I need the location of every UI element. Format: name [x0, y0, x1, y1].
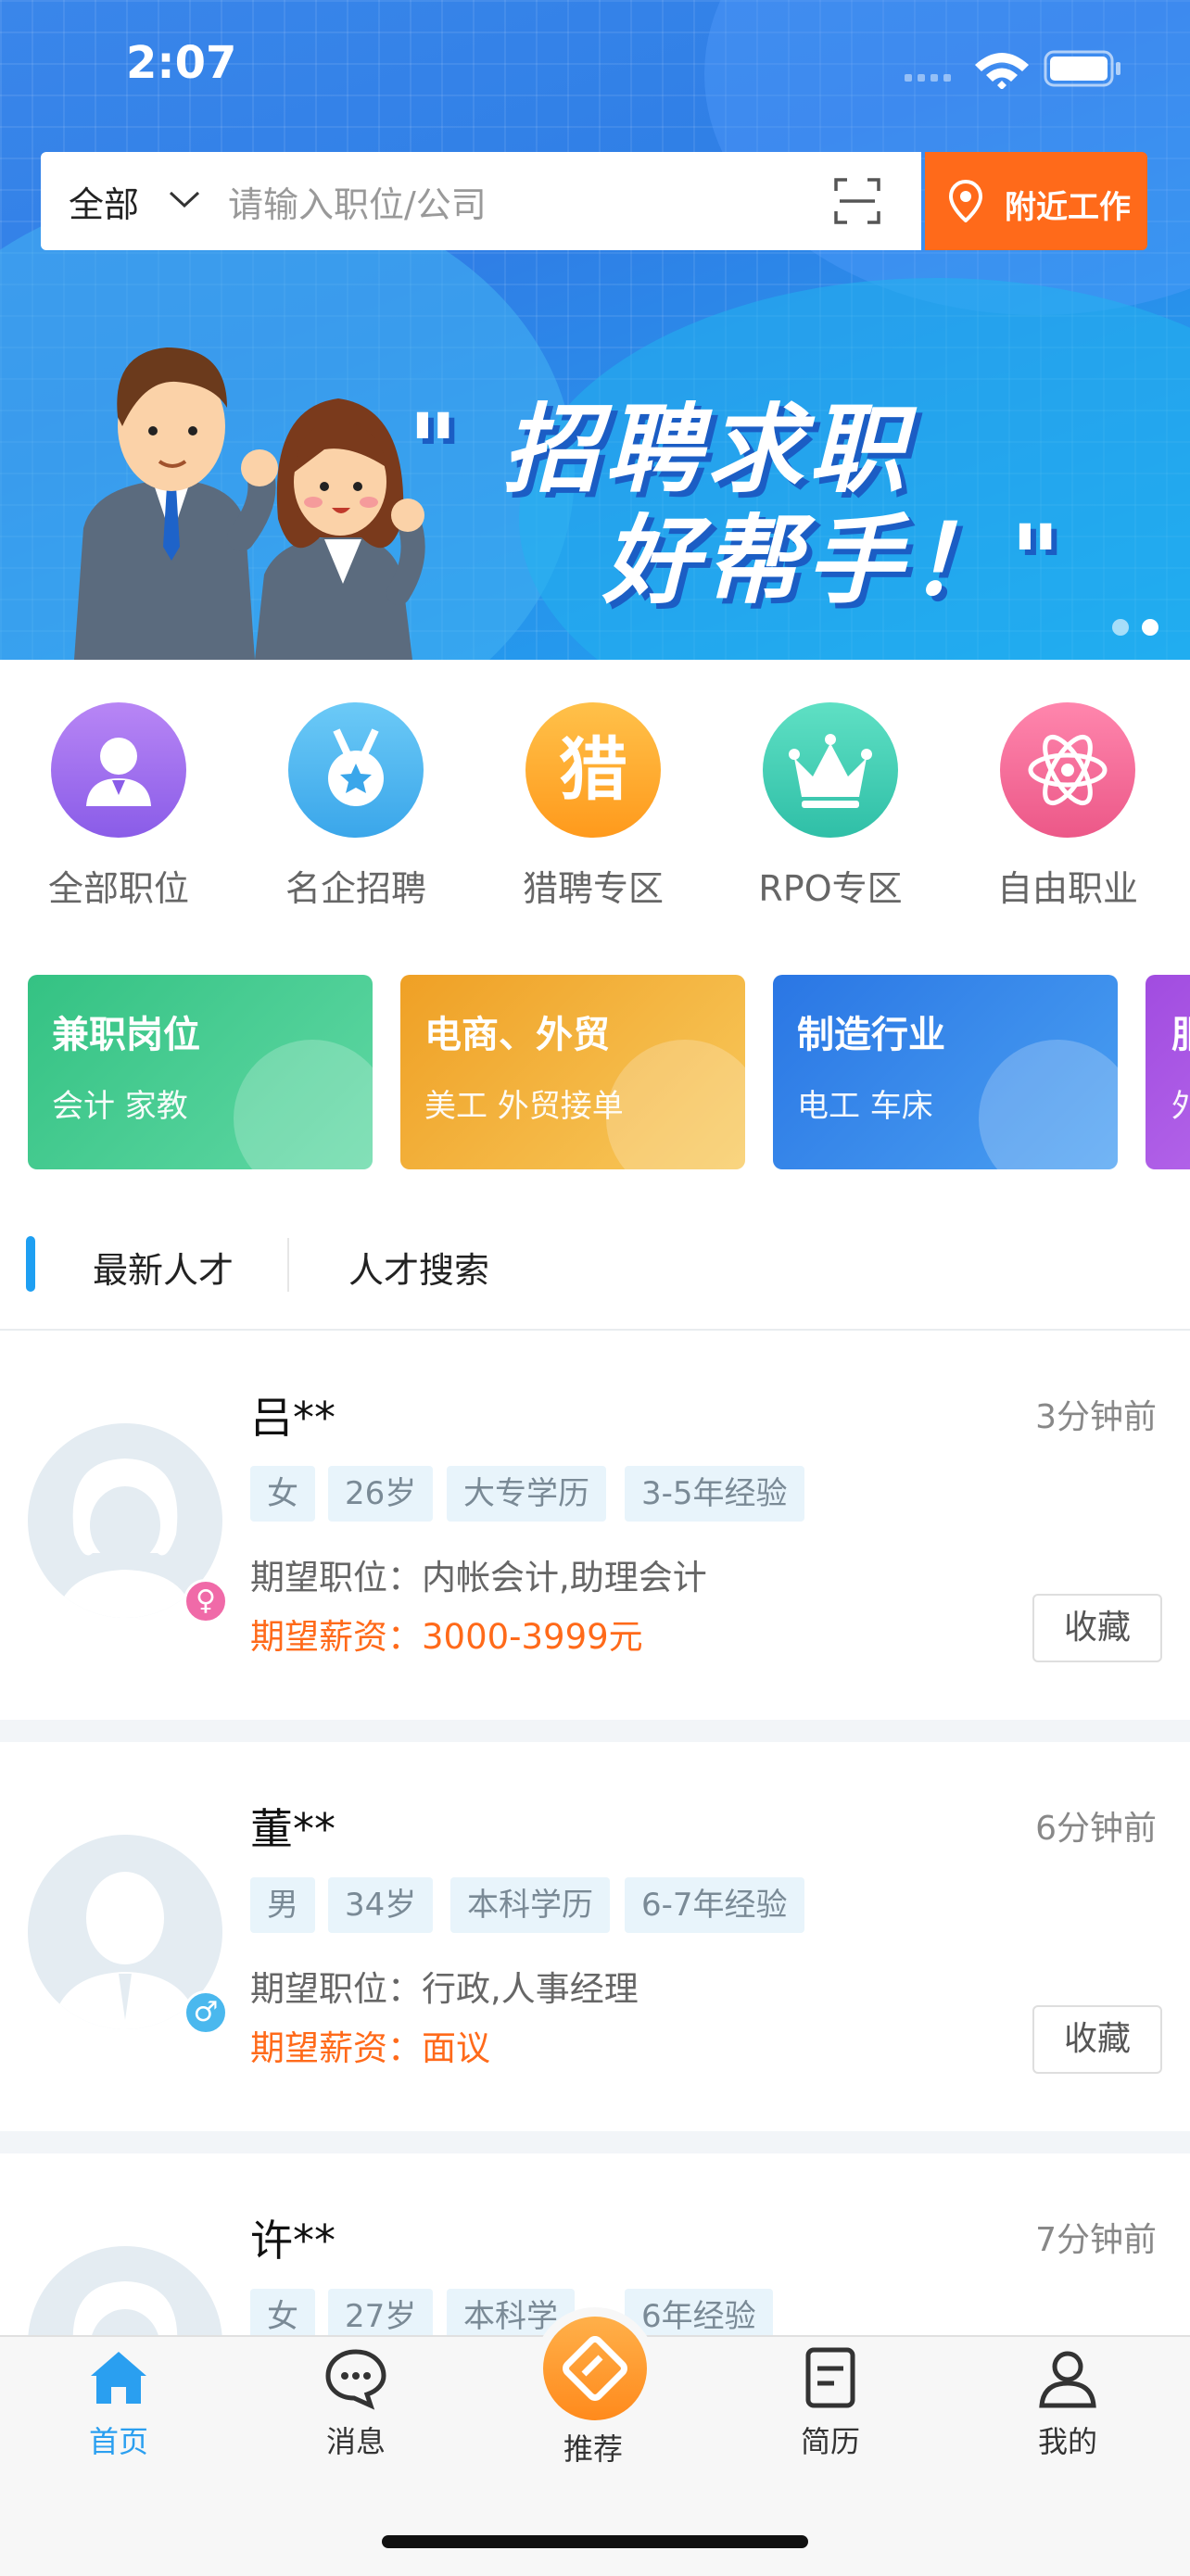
category-card-subs: 美工 外贸接单	[424, 1088, 624, 1125]
talent-name: 吕**	[250, 1393, 335, 1443]
category-card-ecommerce[interactable]: 电商、外贸 美工 外贸接单	[400, 975, 745, 1169]
tab-latest-talent[interactable]: 最新人才	[93, 1242, 234, 1293]
home-icon	[91, 2352, 146, 2404]
search-bar[interactable]: 全部 请输入职位/公司	[41, 152, 921, 250]
user-badge-icon	[51, 702, 186, 838]
tag-gender: 女	[250, 1466, 315, 1522]
talent-name: 许**	[250, 2216, 335, 2266]
quick-link-label: 全部职位	[47, 868, 189, 909]
active-tab-indicator	[26, 1236, 35, 1292]
quick-link-label: 猎聘专区	[522, 868, 664, 909]
salary-value: 3000-3999元	[422, 1617, 643, 1657]
banner-dot-active[interactable]	[1142, 619, 1158, 636]
tag-age: 26岁	[328, 1466, 434, 1522]
atom-icon	[1000, 702, 1135, 838]
crown-icon	[763, 702, 898, 838]
home-indicator	[382, 2535, 808, 2548]
tab-resume[interactable]: 简历	[712, 2344, 949, 2461]
tag-age: 34岁	[328, 1877, 434, 1933]
tab-home[interactable]: 首页	[0, 2344, 237, 2461]
favorite-button[interactable]: 收藏	[1032, 2005, 1162, 2074]
salary-value: 面议	[422, 2028, 490, 2068]
category-card-title: 服	[1171, 1004, 1190, 1058]
category-card-subs: 会计 家教	[52, 1088, 188, 1125]
tab-divider	[287, 1238, 289, 1292]
quick-link-rpo[interactable]: RPO专区	[712, 660, 949, 911]
chat-icon	[325, 2349, 386, 2410]
banner-slogan-line2: 好帮手！"	[602, 504, 1067, 617]
expected-position: 期望职位：内帐会计,助理会计	[250, 1558, 707, 1597]
profile-icon	[1039, 2351, 1096, 2408]
resume-icon	[805, 2347, 855, 2408]
category-card-parttime[interactable]: 兼职岗位 会计 家教	[28, 975, 373, 1169]
category-card-service[interactable]: 服 外	[1146, 975, 1190, 1169]
hero-banner[interactable]: " 招聘求职 好帮手！"	[0, 0, 1190, 660]
category-card-subs: 电工 车床	[797, 1088, 933, 1125]
tag-education: 本科学历	[450, 1877, 610, 1933]
tab-label: 推荐	[563, 2431, 623, 2467]
expected-position: 期望职位：行政,人事经理	[250, 1969, 639, 2009]
favorite-button[interactable]: 收藏	[1032, 1594, 1162, 1662]
quick-links: 全部职位 名企招聘 猎 猎聘专区 RPO专区 自由职业	[0, 660, 1190, 938]
talent-item[interactable]: ♂ 董** 6分钟前 男 34岁 本科学历 6-7年经验 期望职位：行政,人事经…	[0, 1742, 1190, 2131]
tag-experience: 3-5年经验	[625, 1466, 804, 1522]
male-icon: ♂	[184, 1990, 228, 2035]
avatar	[28, 2246, 222, 2335]
status-time: 2:07	[126, 37, 237, 89]
location-pin-icon	[948, 180, 983, 222]
recommend-icon	[563, 2336, 627, 2401]
tab-label: 消息	[325, 2424, 386, 2459]
tab-label: 我的	[1037, 2424, 1097, 2459]
tag-education: 大专学历	[447, 1466, 606, 1522]
quick-link-label: 自由职业	[996, 868, 1138, 909]
category-card-subs: 外	[1171, 1088, 1190, 1125]
banner-dot[interactable]	[1112, 619, 1129, 636]
quick-link-label: RPO专区	[758, 868, 903, 909]
tag-gender: 男	[250, 1877, 315, 1933]
talent-item[interactable]: 许** 7分钟前 女 27岁 本科学 6年经验	[0, 2153, 1190, 2335]
talent-time: 3分钟前	[1035, 1398, 1157, 1436]
quick-link-famous-companies[interactable]: 名企招聘	[237, 660, 475, 911]
expected-salary: 期望薪资：3000-3999元	[250, 1609, 643, 1659]
scan-icon[interactable]	[832, 176, 882, 226]
tag-experience: 6-7年经验	[625, 1877, 804, 1933]
category-card-manufacturing[interactable]: 制造行业 电工 车床	[773, 975, 1118, 1169]
nearby-jobs-button[interactable]: 附近工作	[925, 152, 1147, 250]
banner-illustration	[74, 347, 425, 660]
tab-recommend[interactable]: 推荐	[475, 2418, 712, 2469]
talent-time: 6分钟前	[1035, 1810, 1157, 1848]
talent-time: 7分钟前	[1035, 2221, 1157, 2259]
tab-label: 首页	[88, 2424, 148, 2459]
quick-link-freelance[interactable]: 自由职业	[949, 660, 1186, 911]
category-card-title: 制造行业	[797, 1014, 945, 1056]
tab-messages[interactable]: 消息	[237, 2344, 475, 2461]
quick-link-headhunting[interactable]: 猎 猎聘专区	[475, 660, 712, 911]
chevron-down-icon[interactable]	[165, 180, 204, 219]
tab-profile[interactable]: 我的	[949, 2344, 1186, 2461]
quick-link-label: 名企招聘	[285, 868, 426, 909]
tag-age: 27岁	[328, 2289, 434, 2335]
search-input[interactable]: 请输入职位/公司	[228, 176, 487, 227]
category-card-title: 电商、外贸	[424, 1014, 610, 1056]
category-select[interactable]: 全部	[69, 176, 139, 227]
recommend-button[interactable]	[543, 2317, 647, 2420]
tag-gender: 女	[250, 2289, 315, 2335]
talent-name: 董**	[250, 1804, 335, 1854]
tab-talent-search[interactable]: 人才搜索	[348, 1242, 489, 1293]
expected-salary: 期望薪资：面议	[250, 2020, 490, 2070]
medal-icon	[288, 702, 424, 838]
tab-label: 简历	[800, 2424, 860, 2459]
hunt-glyph: 猎	[559, 730, 627, 810]
salary-label: 期望薪资：	[250, 2028, 422, 2068]
quick-link-all-jobs[interactable]: 全部职位	[0, 660, 237, 911]
category-cards: 兼职岗位 会计 家教 电商、外贸 美工 外贸接单 制造行业 电工 车床 服 外	[0, 938, 1190, 1216]
status-icons	[905, 50, 1120, 89]
category-card-title: 兼职岗位	[52, 1014, 200, 1056]
nearby-jobs-label: 附近工作	[1005, 189, 1131, 226]
hunt-icon: 猎	[525, 702, 661, 838]
salary-label: 期望薪资：	[250, 1617, 422, 1657]
talent-item[interactable]: ♀ 吕** 3分钟前 女 26岁 大专学历 3-5年经验 期望职位：内帐会计,助…	[0, 1331, 1190, 1720]
female-icon: ♀	[184, 1579, 228, 1623]
